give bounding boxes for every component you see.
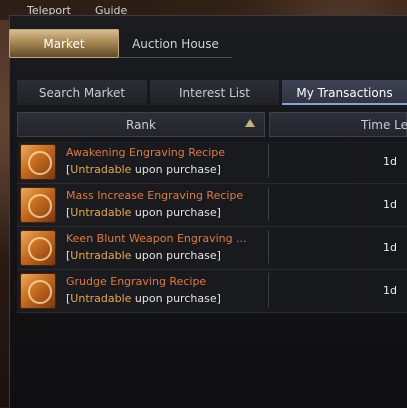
note-suffix: upon purchase] [131, 292, 221, 305]
column-divider [268, 273, 269, 307]
time-left: 1d [383, 155, 397, 168]
item-name: Awakening Engraving Recipe [66, 146, 225, 159]
note-suffix: upon purchase] [131, 163, 221, 176]
engraving-recipe-book-icon [20, 273, 56, 309]
table-header: Rank Time Left [17, 112, 407, 137]
table-row[interactable]: Keen Blunt Weapon Engraving ... [Untrada… [17, 227, 407, 270]
column-divider [268, 230, 269, 264]
engraving-recipe-book-icon [20, 144, 56, 180]
table-row[interactable]: Awakening Engraving Recipe [Untradable u… [17, 141, 407, 184]
tab-my-transactions[interactable]: My Transactions [282, 80, 407, 105]
note-untradable: Untradable [70, 292, 132, 305]
item-note: [Untradable upon purchase] [66, 292, 221, 305]
engraving-recipe-book-icon [20, 187, 56, 223]
engraving-recipe-book-icon [20, 230, 56, 266]
tab-auction-house[interactable]: Auction House [119, 29, 232, 58]
item-note: [Untradable upon purchase] [66, 163, 221, 176]
note-untradable: Untradable [70, 163, 132, 176]
column-rank[interactable]: Rank [17, 112, 265, 137]
time-left: 1d [383, 284, 397, 297]
item-name: Mass Increase Engraving Recipe [66, 189, 244, 202]
tab-interest-list[interactable]: Interest List [150, 80, 279, 105]
tab-underline [119, 57, 232, 58]
tab-search-market[interactable]: Search Market [17, 80, 147, 105]
table-row[interactable]: Mass Increase Engraving Recipe [Untradab… [17, 184, 407, 227]
note-untradable: Untradable [70, 206, 132, 219]
column-time-left-label: Time Left [361, 117, 407, 132]
column-divider [268, 187, 269, 221]
column-divider [268, 144, 269, 178]
sub-tabs: Search Market Interest List My Transacti… [17, 80, 407, 105]
time-left: 1d [383, 198, 397, 211]
time-left: 1d [383, 241, 397, 254]
sort-ascending-icon[interactable] [245, 119, 255, 127]
item-name: Grudge Engraving Recipe [66, 275, 207, 288]
main-tabs: Market Auction House [9, 29, 309, 58]
column-time-left[interactable]: Time Left [269, 112, 407, 137]
item-note: [Untradable upon purchase] [66, 206, 221, 219]
item-name: Keen Blunt Weapon Engraving ... [66, 232, 247, 245]
note-untradable: Untradable [70, 249, 132, 262]
table-row[interactable]: Grudge Engraving Recipe [Untradable upon… [17, 270, 407, 313]
item-note: [Untradable upon purchase] [66, 249, 221, 262]
tab-market[interactable]: Market [9, 29, 119, 58]
note-suffix: upon purchase] [131, 206, 221, 219]
note-suffix: upon purchase] [131, 249, 221, 262]
column-rank-label: Rank [126, 117, 156, 132]
